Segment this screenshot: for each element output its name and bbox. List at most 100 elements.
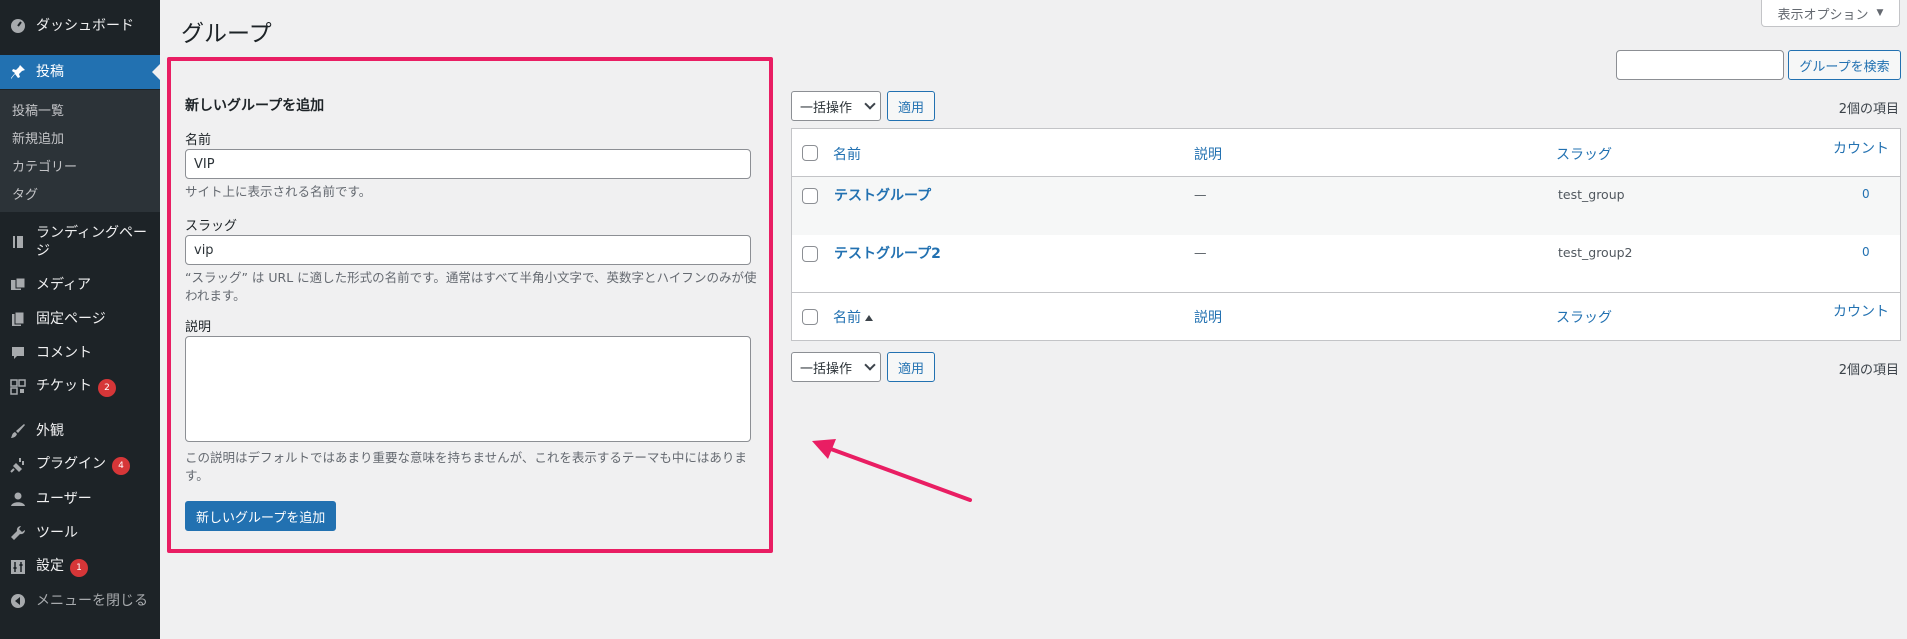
groups-table: 名前 説明 スラッグ カウント テストグループ — test_group 0 テ… [791,128,1901,341]
slug-help: “スラッグ” は URL に適した形式の名前です。通常はすべて半角小文字で、英数… [185,270,757,303]
screen-options-button[interactable]: 表示オプション ▼ [1761,0,1900,27]
menu-label: メディア [36,277,92,293]
chevron-down-icon [864,359,876,371]
settings-count-badge: 1 [70,559,88,577]
collapse-icon [0,593,36,609]
group-slug: test_group [1558,187,1625,202]
name-help: サイト上に表示される名前です。 [185,184,372,199]
brush-icon [0,423,36,439]
menu-users[interactable]: ユーザー [0,482,160,516]
column-description[interactable]: 説明 [1194,307,1222,327]
submenu-all-posts[interactable]: 投稿一覧 [0,98,160,126]
search-groups-button[interactable]: グループを検索 [1788,50,1901,80]
menu-media[interactable]: メディア [0,268,160,302]
admin-sidebar: ダッシュボード 投稿 投稿一覧 新規追加 カテゴリー タグ ランディングページ … [0,0,160,639]
menu-pages[interactable]: 固定ページ [0,302,160,336]
media-icon [0,277,36,293]
row-checkbox[interactable] [802,246,818,262]
slug-label: スラッグ [185,219,238,234]
group-description: — [1194,245,1207,260]
tickets-count-badge: 2 [98,379,116,397]
bulk-action-value: 一括操作 [800,361,853,377]
group-count-link[interactable]: 0 [1862,187,1870,201]
submenu-tags[interactable]: タグ [0,182,160,210]
sort-asc-icon [865,315,873,321]
menu-label: メニューを閉じる [36,593,148,609]
menu-label: 外観 [36,423,64,439]
menu-label: 投稿 [36,64,64,80]
menu-posts[interactable]: 投稿 [0,55,160,89]
menu-tools[interactable]: ツール [0,516,160,550]
collapse-menu-button[interactable]: メニューを閉じる [0,584,160,618]
items-count-bottom: 2個の項目 [1838,363,1899,378]
group-slug: test_group2 [1558,245,1633,260]
pages-icon [0,311,36,327]
menu-label: 設定 1 [36,557,160,577]
column-name-sorted[interactable]: 名前 [833,307,873,327]
column-slug[interactable]: スラッグ [1556,144,1612,164]
add-group-form: 新しいグループを追加 名前 サイト上に表示される名前です。 スラッグ “スラッグ… [167,57,773,553]
group-description: — [1194,187,1207,202]
submenu-add-new[interactable]: 新規追加 [0,126,160,154]
user-icon [0,491,36,507]
bulk-action-select[interactable]: 一括操作 [791,91,881,121]
plugin-icon [0,457,36,473]
menu-label: ツール [36,525,78,541]
name-field[interactable] [185,149,751,179]
column-name[interactable]: 名前 [833,144,861,164]
search-input[interactable] [1616,50,1784,80]
plugins-count-badge: 4 [112,457,130,475]
table-footer: 名前 説明 スラッグ カウント [792,292,1900,340]
menu-comments[interactable]: コメント [0,336,160,370]
group-count-link[interactable]: 0 [1862,245,1870,259]
page-title: グループ [181,21,272,47]
menu-label: プラグイン 4 [36,455,160,475]
select-all-checkbox[interactable] [802,145,818,161]
bulk-action-select-bottom[interactable]: 一括操作 [791,352,881,382]
column-count[interactable]: カウント [1833,138,1889,158]
book-icon [0,235,36,249]
apply-button-bottom[interactable]: 適用 [887,352,935,382]
description-field[interactable] [185,336,751,442]
annotation-arrow [812,439,972,502]
menu-settings[interactable]: 設定 1 [0,550,160,584]
menu-label: ランディングページ [36,225,148,259]
posts-submenu: 投稿一覧 新規追加 カテゴリー タグ [0,90,160,212]
form-heading: 新しいグループを追加 [185,98,325,114]
select-all-checkbox[interactable] [802,309,818,325]
submenu-categories[interactable]: カテゴリー [0,154,160,182]
menu-appearance[interactable]: 外観 [0,414,160,448]
table-row: テストグループ2 — test_group2 0 [792,235,1900,293]
column-count[interactable]: カウント [1833,301,1889,321]
menu-label: ダッシュボード [36,18,134,34]
menu-landing-pages[interactable]: ランディングページ [0,220,160,264]
menu-label: 固定ページ [36,311,106,327]
group-name-link[interactable]: テストグループ [834,185,931,205]
row-checkbox[interactable] [802,188,818,204]
gauge-icon [0,18,36,34]
screen-options-label: 表示オプション [1777,7,1869,23]
menu-dashboard[interactable]: ダッシュボード [0,9,160,43]
slug-field[interactable] [185,235,751,265]
chevron-down-icon [864,98,876,110]
add-group-button[interactable]: 新しいグループを追加 [185,501,337,531]
menu-label: コメント [36,345,92,361]
menu-label: ユーザー [36,491,92,507]
apply-button[interactable]: 適用 [887,91,935,121]
menu-plugins[interactable]: プラグイン 4 [0,448,160,482]
grid-icon [0,379,36,395]
wrench-icon [0,525,36,541]
column-slug[interactable]: スラッグ [1556,307,1612,327]
table-header: 名前 説明 スラッグ カウント [792,129,1900,177]
name-label: 名前 [185,133,212,148]
menu-tickets[interactable]: チケット 2 [0,370,160,404]
column-description[interactable]: 説明 [1194,144,1222,164]
description-label: 説明 [185,320,212,335]
bulk-action-value: 一括操作 [800,100,853,116]
items-count: 2個の項目 [1838,102,1899,117]
comment-icon [0,345,36,361]
pin-icon [0,64,36,80]
table-row: テストグループ — test_group 0 [792,177,1900,235]
group-name-link[interactable]: テストグループ2 [834,243,941,263]
description-help: この説明はデフォルトではあまり重要な意味を持ちませんが、これを表示するテーマも中… [185,450,747,483]
